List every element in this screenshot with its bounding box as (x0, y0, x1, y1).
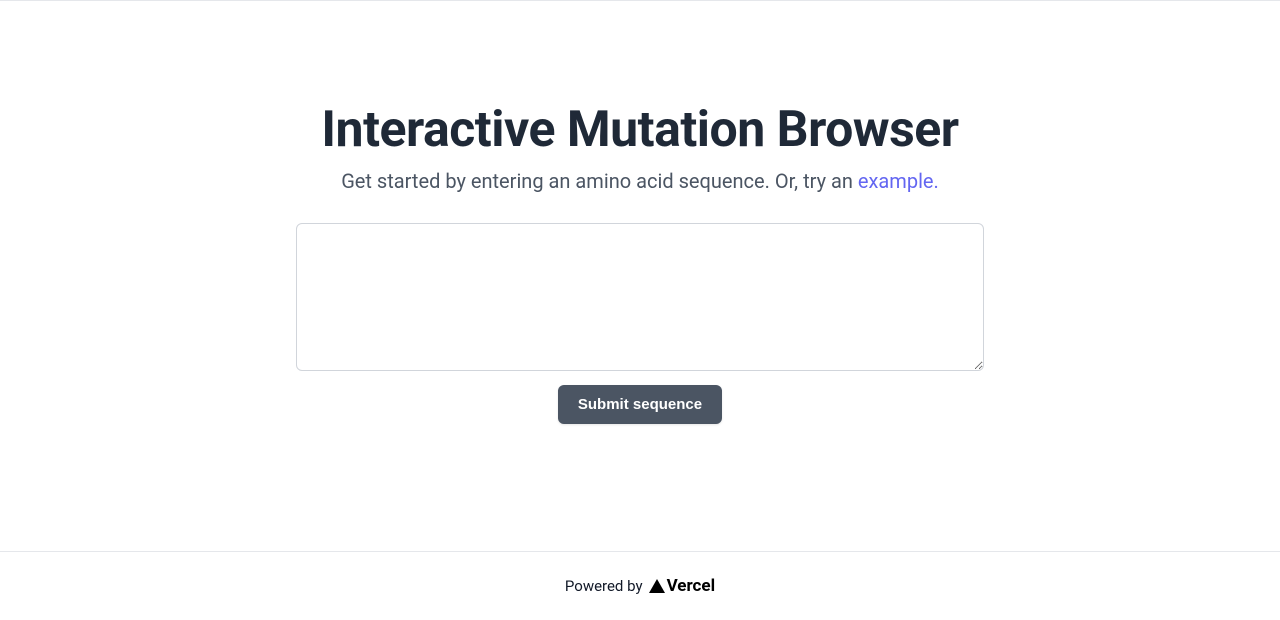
powered-by-label: Powered by (565, 577, 643, 595)
page-subtitle: Get started by entering an amino acid se… (341, 169, 939, 193)
main-content: Interactive Mutation Browser Get started… (0, 1, 1280, 551)
vercel-wordmark: Vercel (667, 576, 716, 596)
page-title: Interactive Mutation Browser (321, 101, 958, 159)
subtitle-text: Get started by entering an amino acid se… (341, 169, 858, 193)
footer: Powered by Vercel (0, 551, 1280, 620)
example-link[interactable]: example. (858, 169, 939, 193)
submit-button[interactable]: Submit sequence (558, 385, 722, 424)
vercel-triangle-icon (649, 579, 665, 593)
sequence-input[interactable] (296, 223, 984, 371)
vercel-link[interactable]: Vercel (649, 576, 716, 596)
